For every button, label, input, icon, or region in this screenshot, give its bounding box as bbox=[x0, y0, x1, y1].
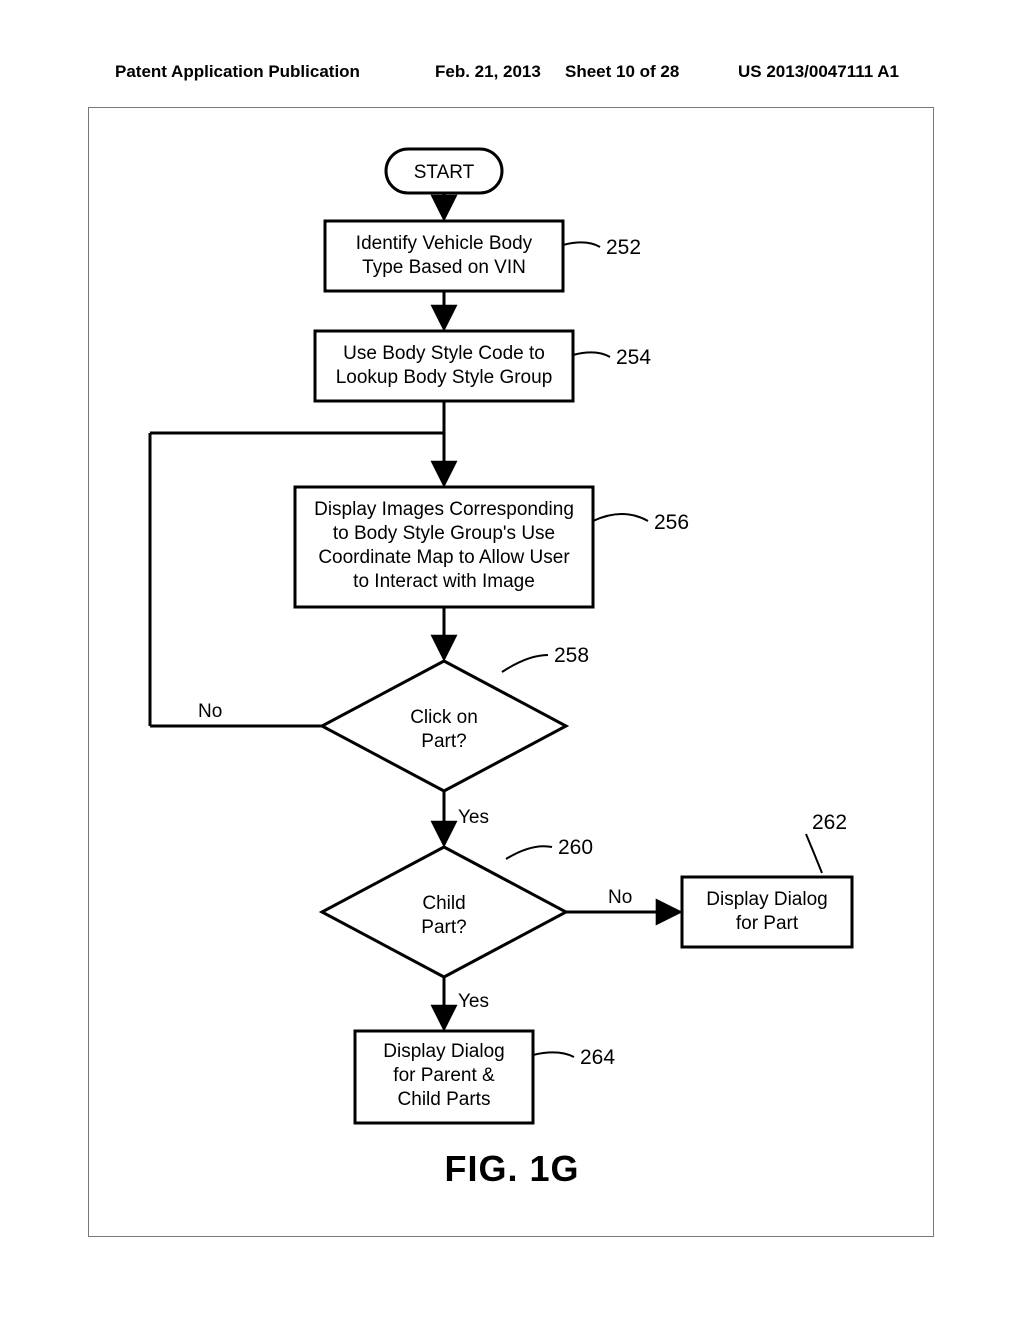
flowchart: START Identify Vehicle Body Type Based o… bbox=[88, 107, 932, 1235]
edge-260-no-label: No bbox=[608, 887, 632, 908]
node-264-line3: Child Parts bbox=[398, 1089, 491, 1110]
node-262: Display Dialog for Part bbox=[682, 877, 852, 947]
leader-256 bbox=[593, 514, 648, 521]
leader-260 bbox=[506, 846, 552, 859]
edge-258-no-label: No bbox=[198, 701, 222, 722]
node-262-line1: Display Dialog bbox=[706, 889, 827, 910]
publication-type: Patent Application Publication bbox=[115, 62, 360, 82]
ref-258: 258 bbox=[554, 644, 589, 667]
node-258-line1: Click on bbox=[410, 707, 478, 728]
sheet-number: Sheet 10 of 28 bbox=[565, 62, 679, 82]
ref-252: 252 bbox=[606, 236, 641, 259]
edge-258-yes-label: Yes bbox=[458, 807, 489, 828]
node-256-line4: to Interact with Image bbox=[353, 571, 535, 592]
ref-260: 260 bbox=[558, 836, 593, 859]
node-256-line1: Display Images Corresponding bbox=[314, 499, 574, 520]
node-252-line1: Identify Vehicle Body bbox=[356, 233, 533, 254]
node-264: Display Dialog for Parent & Child Parts bbox=[355, 1031, 533, 1123]
node-256: Display Images Corresponding to Body Sty… bbox=[295, 487, 593, 607]
ref-264: 264 bbox=[580, 1046, 615, 1069]
leader-258 bbox=[502, 655, 548, 672]
node-260-line2: Part? bbox=[421, 917, 466, 938]
ref-262: 262 bbox=[812, 811, 847, 834]
ref-254: 254 bbox=[616, 346, 651, 369]
node-254: Use Body Style Code to Lookup Body Style… bbox=[315, 331, 573, 401]
node-258-line2: Part? bbox=[421, 731, 466, 752]
leader-254 bbox=[573, 352, 610, 357]
publication-date: Feb. 21, 2013 bbox=[435, 62, 541, 82]
node-264-line2: for Parent & bbox=[393, 1065, 495, 1086]
node-262-line2: for Part bbox=[736, 913, 799, 934]
node-252: Identify Vehicle Body Type Based on VIN bbox=[325, 221, 563, 291]
start-node: START bbox=[386, 149, 502, 193]
leader-264 bbox=[533, 1052, 574, 1057]
node-260: Child Part? bbox=[322, 847, 566, 977]
leader-262 bbox=[806, 834, 822, 873]
node-254-line2: Lookup Body Style Group bbox=[336, 367, 553, 388]
node-256-line3: Coordinate Map to Allow User bbox=[318, 547, 570, 568]
node-256-line2: to Body Style Group's Use bbox=[333, 523, 555, 544]
node-252-line2: Type Based on VIN bbox=[362, 257, 526, 278]
node-260-line1: Child bbox=[422, 893, 465, 914]
start-label: START bbox=[414, 162, 475, 183]
node-264-line1: Display Dialog bbox=[383, 1041, 504, 1062]
node-254-line1: Use Body Style Code to bbox=[343, 343, 545, 364]
node-258: Click on Part? bbox=[322, 661, 566, 791]
ref-256: 256 bbox=[654, 511, 689, 534]
edge-260-yes-label: Yes bbox=[458, 991, 489, 1012]
figure-caption: FIG. 1G bbox=[0, 1148, 1024, 1190]
publication-number: US 2013/0047111 A1 bbox=[738, 62, 899, 82]
leader-252 bbox=[563, 242, 600, 247]
